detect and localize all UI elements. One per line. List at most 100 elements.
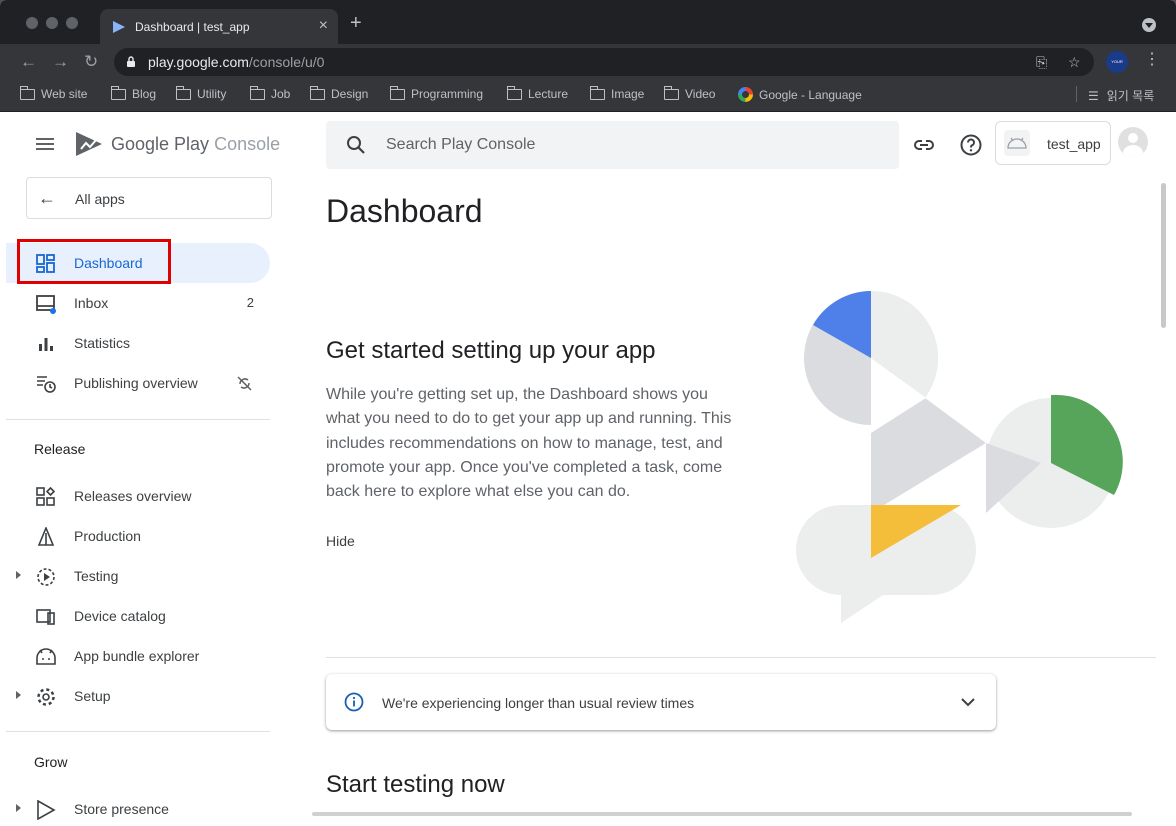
play-console-page: Google Play Console ← All apps Dashboard… [6, 113, 1170, 826]
bookmark-blog[interactable]: Blog [111, 85, 157, 101]
sidebar-item-inbox[interactable]: Inbox 2 [6, 283, 270, 323]
bookmark-label: Job [271, 87, 291, 101]
bookmark-label: Blog [132, 87, 157, 101]
new-tab-button[interactable]: + [350, 13, 362, 33]
sidebar-item-releases-overview[interactable]: Releases overview [6, 476, 270, 516]
translate-icon[interactable]: ⎘ [1036, 54, 1047, 71]
profile-avatar[interactable]: YOUR [1106, 51, 1128, 73]
reading-list[interactable]: ☰ 읽기 목록 [1076, 86, 1154, 104]
sidebar-item-production[interactable]: Production [6, 516, 270, 556]
tab-strip: Dashboard | test_app × + [0, 0, 1176, 44]
sidebar-item-label: App bundle explorer [74, 648, 200, 664]
bookmarks-bar: Web site Blog Utility Job Design Program… [0, 80, 1176, 112]
google-icon [738, 87, 753, 102]
forward-icon[interactable]: → [52, 52, 69, 72]
bookmark-label: Image [611, 87, 645, 101]
bookmark-design[interactable]: Design [310, 85, 368, 101]
bookmark-utility[interactable]: Utility [176, 85, 227, 101]
inbox-count-badge: 2 [246, 295, 254, 310]
device-catalog-icon [36, 609, 55, 625]
maximize-window-button[interactable] [66, 17, 78, 29]
production-icon [37, 527, 55, 546]
arrow-back-icon: ← [38, 188, 56, 208]
app-selector[interactable]: test_app [995, 121, 1111, 165]
bookmark-lecture[interactable]: Lecture [507, 85, 569, 101]
sidebar-item-label: Releases overview [74, 488, 192, 504]
sidebar-item-statistics[interactable]: Statistics [6, 323, 270, 363]
tab-search-icon[interactable] [1142, 18, 1156, 32]
sidebar-item-app-bundle-explorer[interactable]: App bundle explorer [6, 636, 270, 676]
lock-icon [127, 56, 135, 67]
expand-caret-icon[interactable] [16, 571, 21, 579]
bookmark-video[interactable]: Video [664, 85, 716, 101]
expand-caret-icon[interactable] [16, 804, 21, 812]
inbox-icon [36, 295, 56, 314]
browser-menu-icon[interactable]: ⋮ [1144, 52, 1160, 68]
expand-caret-icon[interactable] [16, 691, 21, 699]
sidebar-item-device-catalog[interactable]: Device catalog [6, 596, 270, 636]
sidebar-item-label: Testing [74, 568, 119, 584]
sidebar-item-label: Setup [74, 688, 111, 704]
folder-icon [310, 85, 325, 100]
sidebar-item-setup[interactable]: Setup [6, 676, 270, 716]
play-console-logo [76, 132, 102, 156]
bookmark-programming[interactable]: Programming [390, 85, 484, 101]
play-console-favicon [113, 21, 125, 33]
folder-icon [20, 85, 35, 100]
sidebar-item-label: Store presence [74, 801, 169, 817]
sidebar-item-label: Publishing overview [74, 375, 198, 391]
sidebar-item-testing[interactable]: Testing [6, 556, 270, 596]
chevron-down-icon[interactable] [960, 694, 976, 710]
app-name: test_app [1047, 136, 1101, 152]
bookmark-google-language[interactable]: Google - Language [738, 87, 862, 102]
review-times-notice[interactable]: We're experiencing longer than usual rev… [326, 674, 996, 730]
bookmark-label: Programming [411, 87, 484, 101]
back-icon[interactable]: ← [20, 52, 37, 72]
play-console-title: Google Play Console [111, 134, 280, 155]
account-avatar[interactable] [1118, 127, 1148, 157]
search-icon [347, 136, 365, 154]
bookmark-label: Web site [41, 87, 88, 101]
bookmark-label: Utility [197, 87, 227, 101]
selection-highlight-box [17, 239, 171, 284]
close-window-button[interactable] [26, 17, 38, 29]
tab-close-icon[interactable]: × [319, 17, 328, 35]
hamburger-menu-icon[interactable] [36, 138, 54, 150]
bookmark-web-site[interactable]: Web site [20, 85, 88, 101]
all-apps-button[interactable]: ← All apps [26, 177, 272, 219]
get-started-heading: Get started setting up your app [326, 337, 656, 364]
address-bar[interactable]: play.google.com/console/u/0 ⎘ ☆ [114, 48, 1094, 76]
store-presence-icon [37, 800, 56, 820]
browser-window: Dashboard | test_app × + ← → ↻ play.goog… [0, 0, 1176, 826]
android-app-icon [1004, 130, 1030, 156]
bookmark-label: Video [685, 87, 716, 101]
sidebar-divider [6, 731, 270, 732]
bookmark-star-icon[interactable]: ☆ [1068, 54, 1081, 71]
reload-icon[interactable]: ↻ [84, 52, 98, 72]
bookmark-job[interactable]: Job [250, 85, 291, 101]
folder-icon [390, 85, 405, 100]
start-testing-heading: Start testing now [326, 771, 505, 798]
bookmark-image[interactable]: Image [590, 85, 645, 101]
releases-overview-icon [36, 487, 56, 506]
search-input[interactable] [386, 133, 866, 157]
gear-icon [37, 688, 55, 706]
sidebar-item-publishing-overview[interactable]: Publishing overview [6, 363, 270, 403]
browser-toolbar: ← → ↻ play.google.com/console/u/0 ⎘ ☆ YO… [0, 44, 1176, 80]
tab-title: Dashboard | test_app [135, 20, 250, 34]
link-icon[interactable] [912, 133, 936, 157]
separator [1076, 86, 1077, 102]
horizontal-scrollbar[interactable] [312, 812, 1132, 816]
section-header-release: Release [34, 441, 86, 457]
bookmark-label: Lecture [528, 87, 569, 101]
testing-icon [37, 568, 55, 586]
hide-button[interactable]: Hide [326, 533, 355, 549]
sidebar-item-store-presence[interactable]: Store presence [6, 789, 270, 826]
minimize-window-button[interactable] [46, 17, 58, 29]
help-icon[interactable] [959, 133, 983, 157]
vertical-scrollbar[interactable] [1161, 183, 1166, 328]
browser-tab[interactable]: Dashboard | test_app × [100, 9, 338, 44]
all-apps-label: All apps [75, 191, 125, 207]
search-bar[interactable] [326, 121, 899, 169]
section-header-grow: Grow [34, 754, 68, 770]
